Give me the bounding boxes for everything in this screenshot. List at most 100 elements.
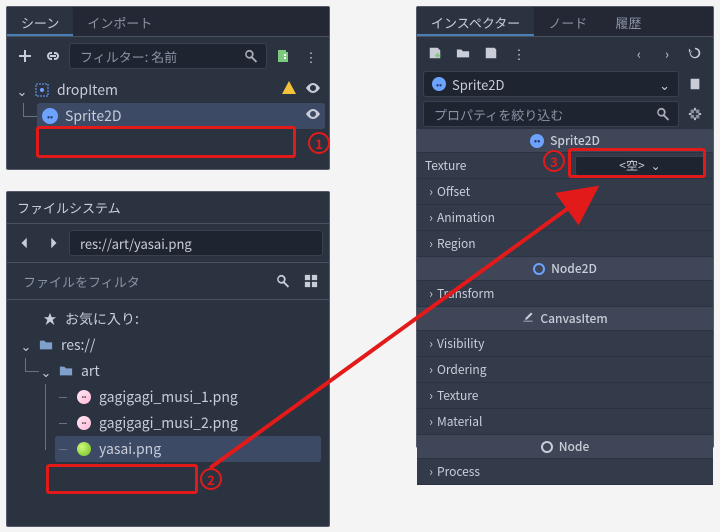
favorites-label: お気に入り:	[63, 309, 317, 329]
tree-row-res[interactable]: ⌄ res://	[15, 332, 321, 358]
search-icon	[656, 107, 670, 121]
tab-history[interactable]: 履歴	[601, 7, 655, 36]
object-name: Sprite2D	[452, 75, 653, 94]
search-icon	[271, 269, 295, 293]
folder-label: art	[79, 361, 317, 381]
visibility-icon[interactable]	[305, 80, 321, 100]
scene-filter-input[interactable]	[78, 46, 238, 67]
history-menu-button[interactable]	[683, 41, 707, 65]
caret-icon[interactable]: ›	[425, 209, 437, 226]
caret-icon[interactable]: ›	[425, 335, 437, 352]
prop-label: Ordering	[437, 361, 705, 378]
circle-icon	[541, 441, 553, 453]
more-button[interactable]: ⋮	[507, 41, 531, 65]
caret-icon[interactable]: ›	[425, 463, 437, 480]
link-button[interactable]	[41, 44, 65, 68]
section-node[interactable]: Node	[417, 435, 713, 459]
file-label: gagigagi_musi_1.png	[97, 387, 317, 407]
path-input[interactable]	[78, 233, 314, 254]
caret-icon[interactable]: ›	[425, 235, 437, 252]
sprite2d-icon: ••	[530, 134, 544, 148]
back-button[interactable]	[13, 231, 37, 255]
inspector-object-bar: •• Sprite2D ⌄	[417, 69, 713, 99]
prop-animation[interactable]: ›Animation	[417, 205, 713, 231]
section-node2d[interactable]: Node2D	[417, 257, 713, 281]
caret-icon[interactable]: ›	[425, 183, 437, 200]
history-back-button[interactable]: ‹	[627, 41, 651, 65]
visibility-icon[interactable]	[305, 106, 321, 126]
inspector-toolbar: ⋮ ‹ ›	[417, 37, 713, 69]
prop-offset[interactable]: ›Offset	[417, 179, 713, 205]
prop-label: Offset	[437, 183, 705, 200]
file-row[interactable]: •• gagigagi_musi_1.png	[55, 384, 321, 410]
scene-panel: シーン インポート ⋮ ⌄ dropItem	[6, 6, 330, 170]
add-node-button[interactable]	[13, 44, 37, 68]
save-resource-button[interactable]	[479, 41, 503, 65]
section-canvasitem[interactable]: CanvasItem	[417, 307, 713, 331]
prop-material[interactable]: ›Material	[417, 409, 713, 435]
section-sprite2d[interactable]: •• Sprite2D	[417, 129, 713, 153]
filesystem-title: ファイルシステム	[7, 192, 329, 224]
tab-node[interactable]: ノード	[534, 7, 601, 36]
caret-icon[interactable]: ⌄	[39, 362, 53, 381]
file-label: gagigagi_musi_2.png	[97, 413, 317, 433]
tab-scene[interactable]: シーン	[7, 7, 73, 36]
file-filter-input[interactable]	[21, 271, 259, 292]
caret-icon[interactable]: ›	[425, 413, 437, 430]
inspector-filter-bar	[417, 99, 713, 129]
tree-row-root[interactable]: ⌄ dropItem	[11, 77, 325, 103]
filesystem-panel: ファイルシステム お気に入り: ⌄	[6, 191, 330, 527]
image-icon: ••	[75, 414, 93, 432]
caret-icon[interactable]: ›	[425, 361, 437, 378]
file-row-yasai[interactable]: yasai.png	[55, 436, 321, 462]
caret-icon[interactable]: ⌄	[15, 81, 29, 100]
prop-texture[interactable]: Texture <空> ⌄	[417, 153, 713, 179]
tab-import[interactable]: インポート	[73, 7, 166, 36]
scene-filter[interactable]	[69, 43, 267, 69]
caret-icon[interactable]: ›	[425, 285, 437, 302]
prop-visibility[interactable]: ›Visibility	[417, 331, 713, 357]
prop-process[interactable]: ›Process	[417, 459, 713, 485]
tree-row-art[interactable]: ⌄ art	[35, 358, 321, 384]
brush-icon	[522, 310, 534, 327]
tab-inspector[interactable]: インスペクター	[417, 7, 534, 36]
forward-button[interactable]	[41, 231, 65, 255]
more-button[interactable]: ⋮	[299, 44, 323, 68]
path-field[interactable]	[69, 230, 323, 256]
filesystem-path-bar	[7, 224, 329, 262]
prop-label: Animation	[437, 209, 705, 226]
object-selector[interactable]: •• Sprite2D ⌄	[423, 71, 679, 97]
new-script-button[interactable]	[271, 44, 295, 68]
tools-button[interactable]	[683, 102, 707, 126]
new-resource-button[interactable]	[423, 41, 447, 65]
prop-region[interactable]: ›Region	[417, 231, 713, 257]
circle-icon	[533, 263, 545, 275]
tree-row-sprite2d[interactable]: •• Sprite2D	[37, 103, 325, 129]
chevron-down-icon: ⌄	[651, 157, 661, 174]
prop-label: Process	[437, 463, 705, 480]
open-resource-button[interactable]	[451, 41, 475, 65]
prop-texture-canvas[interactable]: ›Texture	[417, 383, 713, 409]
favorites-row[interactable]: お気に入り:	[15, 306, 321, 332]
property-filter-input[interactable]	[432, 104, 650, 125]
caret-icon[interactable]: ›	[425, 387, 437, 404]
caret-icon[interactable]: ⌄	[19, 336, 33, 355]
inspector-properties: •• Sprite2D Texture <空> ⌄ ›Offset ›Anima…	[417, 129, 713, 485]
grid-view-button[interactable]	[299, 269, 323, 293]
node-label: Sprite2D	[63, 106, 301, 126]
sprite2d-icon: ••	[41, 107, 59, 125]
file-row[interactable]: •• gagigagi_musi_2.png	[55, 410, 321, 436]
scene-toolbar: ⋮	[7, 37, 329, 75]
history-forward-button[interactable]: ›	[655, 41, 679, 65]
search-icon	[244, 49, 258, 63]
docs-button[interactable]	[683, 72, 707, 96]
prop-label: Material	[437, 413, 705, 430]
sprite2d-icon: ••	[432, 77, 446, 91]
texture-dropdown[interactable]: <空> ⌄	[575, 156, 705, 176]
property-filter[interactable]	[423, 101, 679, 127]
prop-transform[interactable]: ›Transform	[417, 281, 713, 307]
inspector-panel: インスペクター ノード 履歴 ⋮ ‹ › •• Sprite2D ⌄	[416, 6, 714, 448]
texture-value: <空>	[619, 157, 644, 174]
file-filter[interactable]	[13, 268, 267, 294]
prop-ordering[interactable]: ›Ordering	[417, 357, 713, 383]
